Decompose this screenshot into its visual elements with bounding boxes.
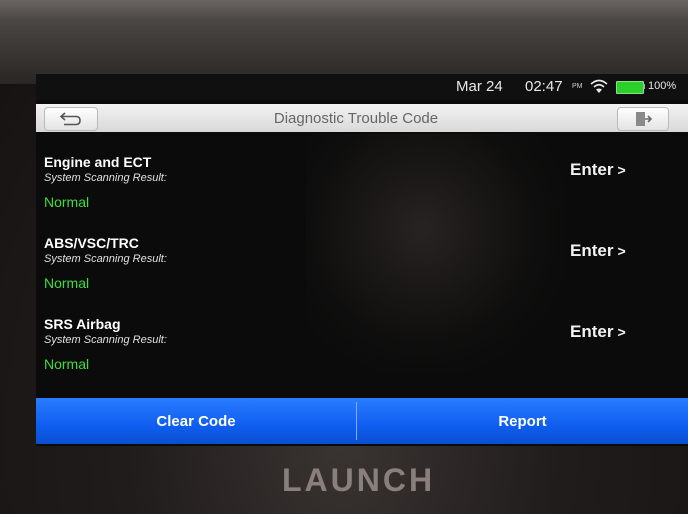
- enter-label: Enter: [570, 241, 614, 260]
- scan-result-value: Normal: [44, 194, 90, 210]
- status-ampm: PM: [572, 83, 583, 90]
- battery-icon: [616, 81, 644, 94]
- chevron-right-icon: >: [617, 243, 626, 259]
- scan-result-label: System Scanning Result:: [44, 172, 167, 184]
- back-arrow-icon: [59, 112, 81, 126]
- system-name: ABS/VSC/TRC: [44, 235, 139, 251]
- battery-cap: [643, 84, 645, 89]
- enter-button-abs[interactable]: Enter >: [570, 241, 626, 261]
- system-row-srs: SRS Airbag System Scanning Result: Norma…: [44, 316, 684, 388]
- enter-button-engine[interactable]: Enter >: [570, 160, 626, 180]
- status-time: 02:47: [525, 78, 563, 95]
- device-body: Mar 24 02:47 PM 100% Diagnostic Trouble …: [0, 0, 688, 514]
- enter-button-srs[interactable]: Enter >: [570, 322, 626, 342]
- device-bezel: [0, 0, 688, 84]
- enter-label: Enter: [570, 160, 614, 179]
- page-title: Diagnostic Trouble Code: [273, 110, 439, 127]
- system-name: Engine and ECT: [44, 154, 152, 170]
- wifi-icon: [590, 79, 608, 93]
- action-bar: Clear Code Report: [36, 398, 688, 444]
- report-button[interactable]: Report: [357, 398, 688, 444]
- chevron-right-icon: >: [617, 324, 626, 340]
- exit-door-icon: [636, 112, 652, 126]
- scan-result-label: System Scanning Result:: [44, 253, 167, 265]
- scan-result-value: Normal: [44, 275, 90, 291]
- device-screen: Mar 24 02:47 PM 100% Diagnostic Trouble …: [36, 74, 688, 446]
- chevron-right-icon: >: [617, 162, 626, 178]
- status-date: Mar 24: [456, 78, 503, 95]
- clear-code-button[interactable]: Clear Code: [36, 398, 356, 444]
- scan-result-label: System Scanning Result:: [44, 334, 167, 346]
- back-button[interactable]: [44, 107, 98, 131]
- title-bar: Diagnostic Trouble Code: [36, 104, 688, 132]
- scan-result-value: Normal: [44, 356, 90, 372]
- status-bar: Mar 24 02:47 PM 100%: [36, 74, 688, 100]
- exit-button[interactable]: [617, 107, 669, 131]
- battery-percentage: 100%: [648, 80, 677, 92]
- enter-label: Enter: [570, 322, 614, 341]
- system-name: SRS Airbag: [44, 316, 121, 332]
- system-row-abs: ABS/VSC/TRC System Scanning Result: Norm…: [44, 235, 684, 307]
- brand-logo: LAUNCH: [282, 462, 436, 498]
- system-row-engine: Engine and ECT System Scanning Result: N…: [44, 154, 684, 226]
